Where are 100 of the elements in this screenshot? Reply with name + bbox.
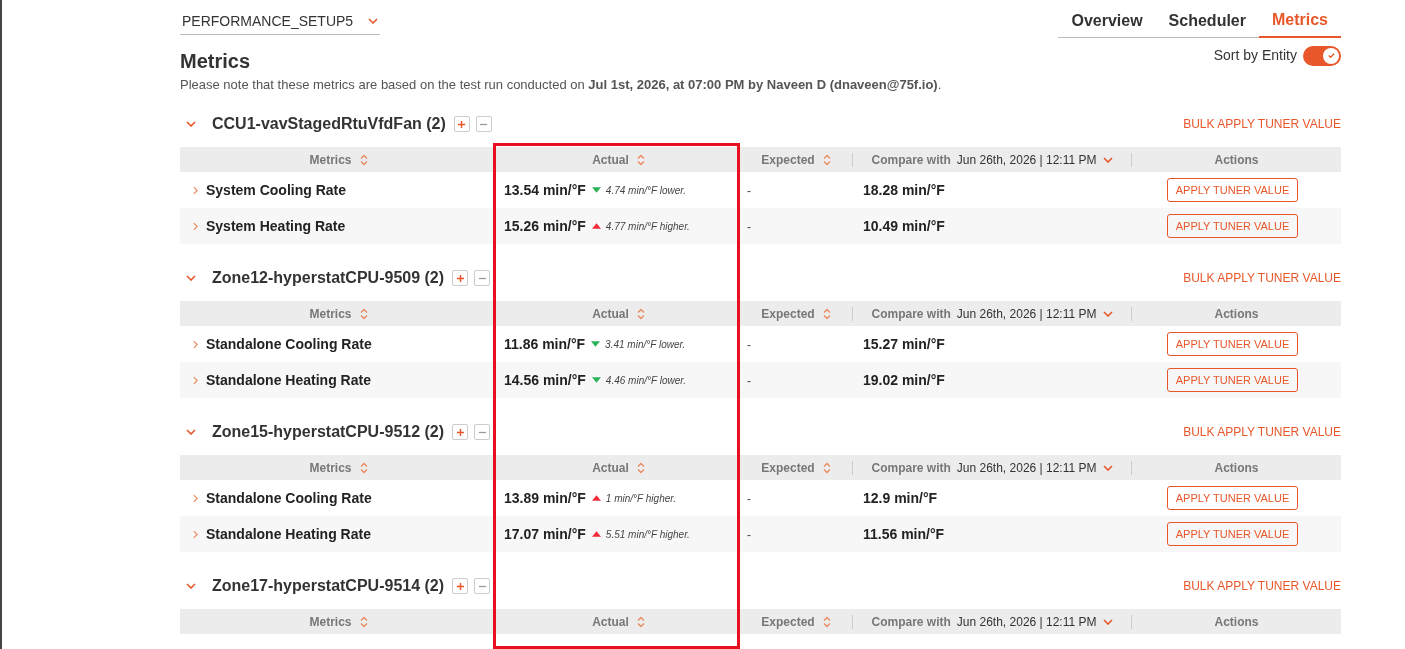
collapse-all-button[interactable]: [475, 116, 492, 132]
bulk-apply-link[interactable]: BULK APPLY TUNER VALUE: [1183, 115, 1341, 133]
collapse-all-button[interactable]: [474, 270, 491, 286]
sort-icon[interactable]: [636, 615, 645, 628]
chevron-down-icon[interactable]: [186, 275, 196, 281]
chevron-right-icon[interactable]: [193, 221, 198, 231]
column-header: Actual: [592, 305, 629, 323]
column-header: Metrics: [309, 305, 352, 323]
apply-tuner-button[interactable]: APPLY TUNER VALUE: [1166, 332, 1299, 356]
metric-name: Standalone Heating Rate: [206, 524, 371, 544]
column-header: Metrics: [309, 613, 352, 631]
group-title: Zone17-hyperstatCPU-9514 (2): [212, 576, 445, 596]
chevron-right-icon[interactable]: [193, 339, 198, 349]
column-header: Actual: [592, 459, 629, 477]
chevron-down-icon[interactable]: [186, 583, 196, 589]
expand-all-button[interactable]: [452, 578, 469, 594]
actual-value: 14.56 min/°F: [504, 370, 586, 390]
column-header: Metrics: [309, 459, 352, 477]
bulk-apply-link[interactable]: BULK APPLY TUNER VALUE: [1183, 423, 1341, 441]
sort-icon[interactable]: [822, 153, 831, 166]
sort-icon[interactable]: [822, 461, 831, 474]
apply-tuner-button[interactable]: APPLY TUNER VALUE: [1166, 522, 1299, 546]
tab[interactable]: Overview: [1058, 8, 1156, 37]
metric-name: System Cooling Rate: [206, 180, 347, 200]
tab[interactable]: Metrics: [1258, 8, 1341, 38]
plus-icon: [455, 581, 465, 591]
chevron-right-icon[interactable]: [193, 185, 198, 195]
sort-icon[interactable]: [636, 461, 645, 474]
sort-toggle[interactable]: [1303, 45, 1341, 66]
difference-text: 1 min/°F higher.: [605, 491, 676, 506]
bulk-apply-link[interactable]: BULK APPLY TUNER VALUE: [1183, 577, 1341, 595]
chevron-down-icon[interactable]: [186, 121, 196, 127]
sort-icon[interactable]: [822, 307, 831, 320]
chevron-right-icon[interactable]: [193, 529, 198, 539]
apply-tuner-button[interactable]: APPLY TUNER VALUE: [1166, 486, 1299, 510]
chevron-right-icon[interactable]: [193, 375, 198, 385]
compare-value: 10.49 min/°F: [863, 218, 945, 234]
setup-dropdown[interactable]: PERFORMANCE_SETUP5: [180, 8, 380, 35]
column-header: Expected: [761, 151, 815, 169]
tab[interactable]: Scheduler: [1155, 8, 1259, 37]
collapse-all-button[interactable]: [474, 424, 491, 440]
sort-icon[interactable]: [359, 461, 368, 474]
compare-value: 19.02 min/°F: [863, 372, 945, 388]
column-header: Compare with: [871, 151, 951, 169]
expected-value: -: [747, 220, 751, 234]
sort-label: Sort by Entity: [1213, 46, 1297, 65]
column-header: Actions: [1214, 613, 1259, 631]
sort-icon[interactable]: [822, 615, 831, 628]
compare-value: 15.27 min/°F: [863, 336, 945, 352]
checkmark-icon: [1326, 51, 1336, 60]
test-run-note: Please note that these metrics are based on the test run conducted on Jul 1st, 2026, at 07:00 PM by Naveen D (dnaveen@75f.io).: [180, 76, 942, 94]
expand-all-button[interactable]: [453, 116, 470, 132]
group-title: CCU1-vavStagedRtuVfdFan (2): [212, 114, 446, 134]
bulk-apply-link[interactable]: BULK APPLY TUNER VALUE: [1183, 269, 1341, 287]
column-header: Expected: [761, 459, 815, 477]
chevron-down-icon[interactable]: [186, 429, 196, 435]
expand-all-button[interactable]: [452, 270, 469, 286]
actual-value: 17.07 min/°F: [504, 524, 586, 544]
chevron-down-icon: [368, 18, 378, 24]
expand-all-button[interactable]: [452, 424, 469, 440]
actual-value: 15.26 min/°F: [504, 216, 586, 236]
collapse-all-button[interactable]: [474, 578, 491, 594]
difference-text: 3.41 min/°F lower.: [605, 337, 686, 352]
chevron-down-icon: [1102, 156, 1113, 163]
expected-value: -: [747, 374, 751, 388]
actual-value: 11.86 min/°F: [504, 334, 586, 354]
column-header: Actions: [1214, 305, 1259, 323]
expected-value: -: [747, 528, 751, 542]
sort-icon[interactable]: [636, 307, 645, 320]
expected-value: -: [747, 492, 751, 506]
column-header: Actual: [592, 151, 629, 169]
sort-icon[interactable]: [359, 307, 368, 320]
compare-value: 11.56 min/°F: [863, 526, 945, 542]
metric-name: Standalone Cooling Rate: [206, 488, 372, 508]
compare-date-dropdown[interactable]: Jun 26th, 2026 | 12:11 PM: [956, 150, 1113, 169]
apply-tuner-button[interactable]: APPLY TUNER VALUE: [1166, 214, 1299, 238]
chevron-down-icon: [1102, 310, 1113, 317]
column-header: Expected: [761, 305, 815, 323]
difference-text: 4.46 min/°F lower.: [605, 373, 686, 388]
column-header: Compare with: [871, 613, 951, 631]
group-title: Zone12-hyperstatCPU-9509 (2): [212, 268, 445, 288]
sort-icon[interactable]: [636, 153, 645, 166]
metric-name: Standalone Heating Rate: [206, 370, 371, 390]
compare-date-dropdown[interactable]: Jun 26th, 2026 | 12:11 PM: [956, 304, 1113, 323]
actual-value: 13.89 min/°F: [504, 488, 586, 508]
compare-date-dropdown[interactable]: Jun 26th, 2026 | 12:11 PM: [956, 612, 1113, 631]
column-header: Compare with: [871, 305, 951, 323]
sort-icon[interactable]: [359, 153, 368, 166]
expected-value: -: [747, 184, 751, 198]
actual-value: 13.54 min/°F: [504, 180, 586, 200]
plus-icon: [455, 273, 465, 283]
apply-tuner-button[interactable]: APPLY TUNER VALUE: [1166, 368, 1299, 392]
page-title: Metrics: [180, 49, 252, 74]
apply-tuner-button[interactable]: APPLY TUNER VALUE: [1166, 178, 1299, 202]
chevron-right-icon[interactable]: [193, 493, 198, 503]
compare-date-dropdown[interactable]: Jun 26th, 2026 | 12:11 PM: [956, 458, 1113, 477]
plus-icon: [457, 119, 467, 129]
sort-icon[interactable]: [359, 615, 368, 628]
difference-text: 5.51 min/°F higher.: [605, 527, 690, 542]
difference-text: 4.74 min/°F lower.: [605, 183, 686, 198]
